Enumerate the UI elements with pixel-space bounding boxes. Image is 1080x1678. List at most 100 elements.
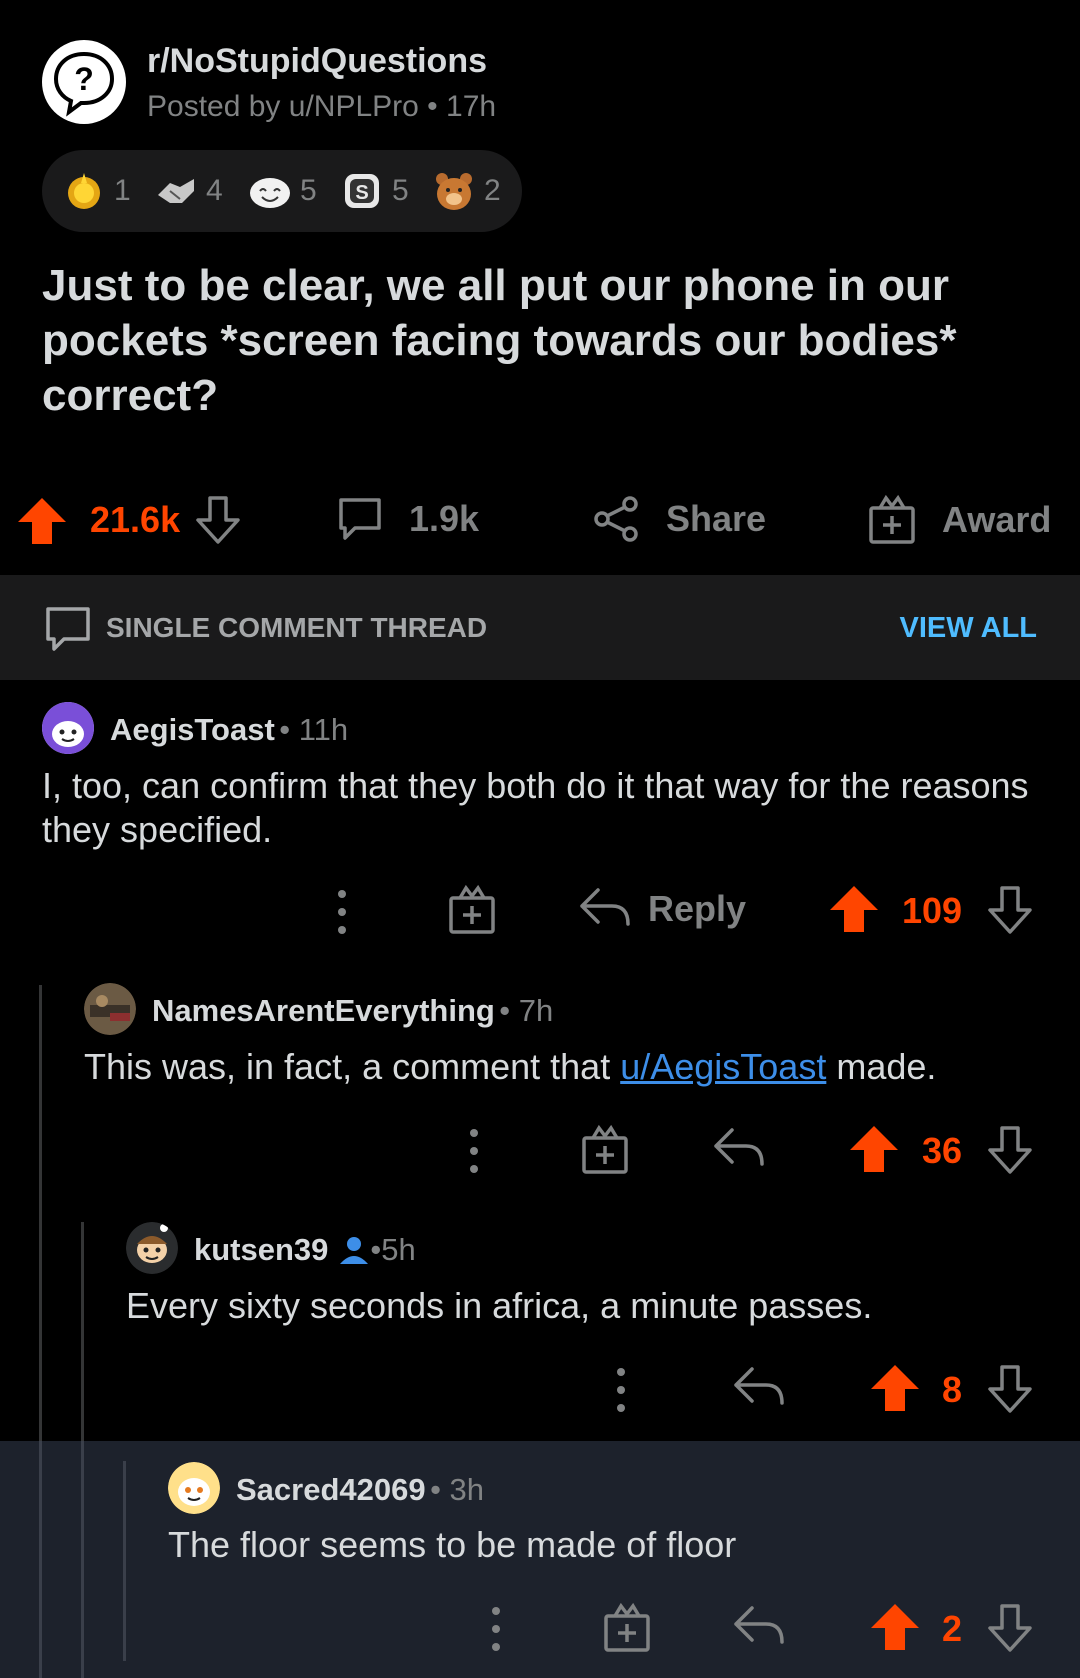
comment-body: This was, in fact, a comment that u/Aegi… [84, 1045, 1044, 1089]
thread-line[interactable] [39, 1441, 42, 1678]
comment-header: NamesArentEverything • 7h [152, 993, 553, 1029]
award-count: 4 [206, 174, 223, 207]
comment-vote-count: 2 [942, 1608, 963, 1649]
award-handshake: 4 [154, 168, 223, 214]
svg-text:S: S [355, 182, 368, 204]
share-label: Share [666, 498, 767, 539]
award-count: 5 [392, 174, 409, 207]
post-vote-group: 21.6k [16, 494, 242, 546]
awards-bar[interactable]: 1 4 5 S 5 2 [42, 150, 522, 232]
award-count: 2 [484, 174, 501, 207]
reply-label: Reply [648, 888, 747, 929]
subreddit-icon[interactable]: ? [42, 40, 126, 124]
gift-icon[interactable] [601, 1602, 653, 1654]
comment-author[interactable]: NamesArentEverything [152, 993, 495, 1028]
reply-arrow-icon[interactable] [732, 1602, 786, 1652]
comment-age: 3h [449, 1472, 485, 1507]
reply-arrow-icon[interactable] [732, 1363, 786, 1413]
thread-line[interactable] [123, 1461, 126, 1661]
posted-by[interactable]: Posted by u/NPLPro [147, 90, 419, 123]
comment-body: The floor seems to be made of floor [168, 1524, 737, 1565]
award-laughing: 5 [248, 168, 317, 214]
more-options-icon[interactable] [607, 1366, 635, 1414]
comment-author[interactable]: AegisToast [110, 712, 275, 747]
separator-dot: • [430, 1472, 450, 1507]
gift-icon[interactable] [579, 1124, 631, 1176]
comments-button[interactable]: 1.9k [335, 494, 479, 544]
separator-dot: • [279, 712, 299, 747]
downvote-icon[interactable] [194, 494, 242, 546]
comment-author[interactable]: kutsen39 [194, 1232, 328, 1268]
gift-icon[interactable] [446, 884, 498, 936]
svg-text:?: ? [74, 61, 94, 97]
post-title[interactable]: Just to be clear, we all put our phone i… [42, 258, 1042, 423]
separator-dot: • [370, 1232, 382, 1267]
award-count: 5 [300, 174, 317, 207]
upvote-icon[interactable] [828, 882, 880, 934]
more-options-icon[interactable] [328, 888, 356, 936]
downvote-icon[interactable] [986, 1124, 1034, 1176]
thread-label: SINGLE COMMENT THREAD [106, 612, 488, 643]
snoo-avatar-icon [42, 702, 94, 754]
comment-vote-count: 36 [922, 1130, 963, 1171]
comment-age: 11h [298, 712, 349, 747]
comment-body: Every sixty seconds in africa, a minute … [126, 1285, 873, 1326]
comment-header: Sacred42069 • 3h [236, 1472, 484, 1508]
comment-age: 5h [381, 1232, 416, 1267]
post-meta: Posted by u/NPLPro • 17h [147, 90, 496, 124]
reply-arrow-icon[interactable] [712, 1124, 766, 1174]
user-mention-link[interactable]: u/AegisToast [620, 1046, 826, 1087]
comment-author[interactable]: Sacred42069 [236, 1472, 426, 1507]
subreddit-name[interactable]: r/NoStupidQuestions [147, 42, 487, 81]
upvote-icon[interactable] [869, 1600, 921, 1652]
post-vote-count: 21.6k [90, 499, 181, 540]
gift-icon [869, 494, 915, 544]
post-age: 17h [446, 90, 497, 123]
user-profile-icon [340, 1237, 369, 1264]
silver-s-award-icon: S [345, 174, 379, 208]
avatar[interactable] [168, 1462, 220, 1514]
comment-bubble-icon [339, 498, 381, 540]
upvote-icon[interactable] [848, 1122, 900, 1174]
share-button[interactable]: Share [592, 494, 766, 544]
snoo-avatar-icon [168, 1462, 220, 1514]
bear-award-icon [436, 173, 472, 210]
avatar[interactable] [126, 1222, 178, 1274]
comment-vote-count: 109 [902, 890, 963, 931]
laughing-face-award-icon [250, 178, 290, 208]
comment-text: made. [826, 1046, 937, 1087]
snoo-avatar-icon [126, 1222, 178, 1274]
award-count: 1 [114, 174, 131, 207]
handshake-award-icon [158, 179, 194, 203]
downvote-icon[interactable] [986, 1602, 1034, 1654]
upvote-icon[interactable] [869, 1361, 921, 1413]
gold-award-icon [68, 173, 100, 209]
more-options-icon[interactable] [460, 1127, 488, 1175]
avatar[interactable] [42, 702, 94, 754]
upvote-icon[interactable] [16, 494, 68, 546]
comment-count: 1.9k [409, 498, 480, 539]
comment-bubble-icon [46, 607, 90, 651]
award-gold: 1 [62, 168, 131, 214]
comment-text: This was, in fact, a comment that [84, 1046, 621, 1087]
photo-avatar-icon [84, 983, 136, 1035]
avatar[interactable] [84, 983, 136, 1035]
award-silver: S 5 [340, 168, 409, 214]
comment-vote-count: 8 [942, 1369, 963, 1410]
separator-dot: • [499, 993, 519, 1028]
separator-dot: • [427, 90, 447, 123]
downvote-icon[interactable] [986, 1363, 1034, 1415]
comment-header: kutsen39 • 5h [194, 1232, 416, 1268]
downvote-icon[interactable] [986, 884, 1034, 936]
comment-age: 7h [518, 993, 554, 1028]
award-label: Award [942, 499, 1052, 540]
comment-header: AegisToast • 11h [110, 712, 348, 748]
award-bear: 2 [432, 168, 501, 214]
award-button[interactable]: Award [866, 494, 1051, 546]
thread-line[interactable] [81, 1441, 84, 1678]
more-options-icon[interactable] [482, 1605, 510, 1653]
share-icon [594, 496, 638, 542]
reply-button[interactable]: Reply [578, 884, 746, 934]
view-all-button[interactable]: VIEW ALL [900, 612, 1037, 645]
comment-body: I, too, can confirm that they both do it… [42, 765, 1029, 850]
